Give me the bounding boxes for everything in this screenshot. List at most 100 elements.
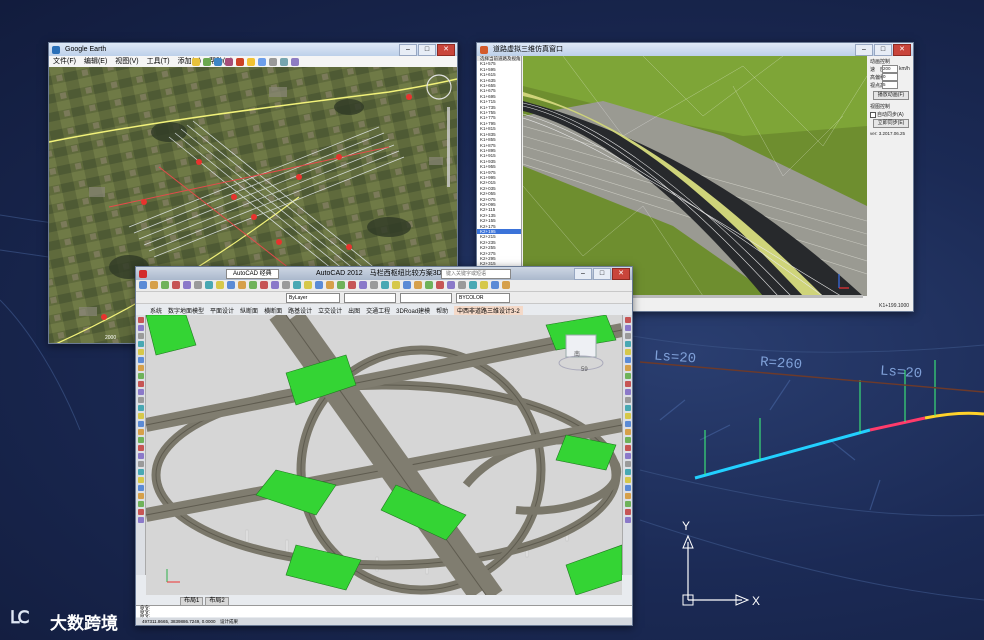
toolbar-tool-icon[interactable] <box>480 281 488 289</box>
lineweight-dropdown[interactable] <box>400 293 452 303</box>
toolbar-tool-icon[interactable] <box>392 281 400 289</box>
tool-icon[interactable] <box>137 397 144 403</box>
tool-icon[interactable] <box>137 461 144 467</box>
toolbar-tool-icon[interactable] <box>205 281 213 289</box>
toolbar-tool-icon[interactable] <box>260 281 268 289</box>
minimize-button[interactable]: – <box>399 44 417 56</box>
tool-icon[interactable] <box>624 413 631 419</box>
placemark-icon[interactable] <box>192 58 200 66</box>
tool-icon[interactable] <box>624 429 631 435</box>
planet-icon[interactable] <box>258 58 266 66</box>
close-button[interactable]: ✕ <box>437 44 455 56</box>
tool-icon[interactable] <box>624 317 631 323</box>
overlay-icon[interactable] <box>225 58 233 66</box>
toolbar-tool-icon[interactable] <box>315 281 323 289</box>
view-height-input[interactable]: 5 <box>882 81 898 89</box>
toolbar-tool-icon[interactable] <box>414 281 422 289</box>
toolbar-tool-icon[interactable] <box>326 281 334 289</box>
autocad-logo-icon[interactable] <box>139 270 147 278</box>
plugin-menu-item[interactable]: 数字地面模型 <box>168 306 204 315</box>
tool-icon[interactable] <box>624 477 631 483</box>
tool-icon[interactable] <box>137 325 144 331</box>
tour-icon[interactable] <box>236 58 244 66</box>
plugin-menu-item[interactable]: 出图 <box>348 306 360 315</box>
menu-edit[interactable]: 编辑(E) <box>84 56 107 67</box>
tool-icon[interactable] <box>137 485 144 491</box>
toolbar-tool-icon[interactable] <box>337 281 345 289</box>
toolbar-tool-icon[interactable] <box>491 281 499 289</box>
tool-icon[interactable] <box>624 341 631 347</box>
plugin-menu-item[interactable]: 横断面 <box>264 306 282 315</box>
toolbar-tool-icon[interactable] <box>425 281 433 289</box>
print-icon[interactable] <box>291 58 299 66</box>
toolbar-tool-icon[interactable] <box>183 281 191 289</box>
search-input[interactable]: 键入关键字或短语 <box>441 269 511 279</box>
maximize-button[interactable]: □ <box>874 44 892 56</box>
tool-icon[interactable] <box>137 429 144 435</box>
tool-icon[interactable] <box>137 389 144 395</box>
plugin-menu-item[interactable]: 交通工程 <box>366 306 390 315</box>
plugin-menu-item[interactable]: 帮助 <box>436 306 448 315</box>
tool-icon[interactable] <box>624 397 631 403</box>
3d-interchange-viewport[interactable] <box>146 315 622 595</box>
tool-icon[interactable] <box>624 349 631 355</box>
height-offset-input[interactable]: 0 <box>882 73 898 81</box>
tool-icon[interactable] <box>624 461 631 467</box>
play-animation-button[interactable]: 播放动画(F) <box>873 91 909 100</box>
plotstyle-dropdown[interactable]: BYCOLOR <box>456 293 510 303</box>
tool-icon[interactable] <box>137 445 144 451</box>
tool-icon[interactable] <box>137 437 144 443</box>
toolbar-tool-icon[interactable] <box>271 281 279 289</box>
toolbar-tool-icon[interactable] <box>238 281 246 289</box>
ruler-icon[interactable] <box>269 58 277 66</box>
toolbar-tool-icon[interactable] <box>436 281 444 289</box>
toolbar-tool-icon[interactable] <box>447 281 455 289</box>
toolbar-tool-icon[interactable] <box>249 281 257 289</box>
tool-icon[interactable] <box>137 405 144 411</box>
google-earth-titlebar[interactable]: Google Earth – □ ✕ <box>49 43 457 56</box>
tool-icon[interactable] <box>624 373 631 379</box>
toolbar-tool-icon[interactable] <box>304 281 312 289</box>
tool-icon[interactable] <box>624 389 631 395</box>
toolbar-tool-icon[interactable] <box>139 281 147 289</box>
toolbar-tool-icon[interactable] <box>502 281 510 289</box>
tool-icon[interactable] <box>137 317 144 323</box>
plugin-menu-item[interactable]: 立交设计 <box>318 306 342 315</box>
tool-icon[interactable] <box>624 509 631 515</box>
tool-icon[interactable] <box>137 421 144 427</box>
plugin-menu-item[interactable]: 路基设计 <box>288 306 312 315</box>
tool-icon[interactable] <box>137 509 144 515</box>
plugin-menu-item[interactable]: 纵断面 <box>240 306 258 315</box>
tool-icon[interactable] <box>624 357 631 363</box>
toolbar-tool-icon[interactable] <box>469 281 477 289</box>
maximize-button[interactable]: □ <box>418 44 436 56</box>
tool-icon[interactable] <box>137 469 144 475</box>
tool-icon[interactable] <box>137 365 144 371</box>
toolbar-tool-icon[interactable] <box>150 281 158 289</box>
tool-icon[interactable] <box>137 413 144 419</box>
toolbar-tool-icon[interactable] <box>381 281 389 289</box>
tool-icon[interactable] <box>624 325 631 331</box>
tool-icon[interactable] <box>624 365 631 371</box>
tool-icon[interactable] <box>137 493 144 499</box>
close-button[interactable]: ✕ <box>893 44 911 56</box>
sync-now-button[interactable]: 立即同步(E) <box>873 119 909 128</box>
toolbar-tool-icon[interactable] <box>172 281 180 289</box>
tool-icon[interactable] <box>137 349 144 355</box>
3d-road-view[interactable] <box>523 56 867 296</box>
maximize-button[interactable]: □ <box>593 268 611 280</box>
toolbar-tool-icon[interactable] <box>194 281 202 289</box>
tool-icon[interactable] <box>137 341 144 347</box>
tool-icon[interactable] <box>137 453 144 459</box>
tool-icon[interactable] <box>624 501 631 507</box>
polygon-icon[interactable] <box>203 58 211 66</box>
minimize-button[interactable]: – <box>574 268 592 280</box>
tool-icon[interactable] <box>624 493 631 499</box>
linetype-dropdown[interactable] <box>344 293 396 303</box>
tool-icon[interactable] <box>624 421 631 427</box>
tool-icon[interactable] <box>137 373 144 379</box>
menu-file[interactable]: 文件(F) <box>53 56 76 67</box>
tool-icon[interactable] <box>624 485 631 491</box>
toolbar-tool-icon[interactable] <box>293 281 301 289</box>
command-window[interactable]: 命令: 命令: 命令: <box>136 605 632 618</box>
